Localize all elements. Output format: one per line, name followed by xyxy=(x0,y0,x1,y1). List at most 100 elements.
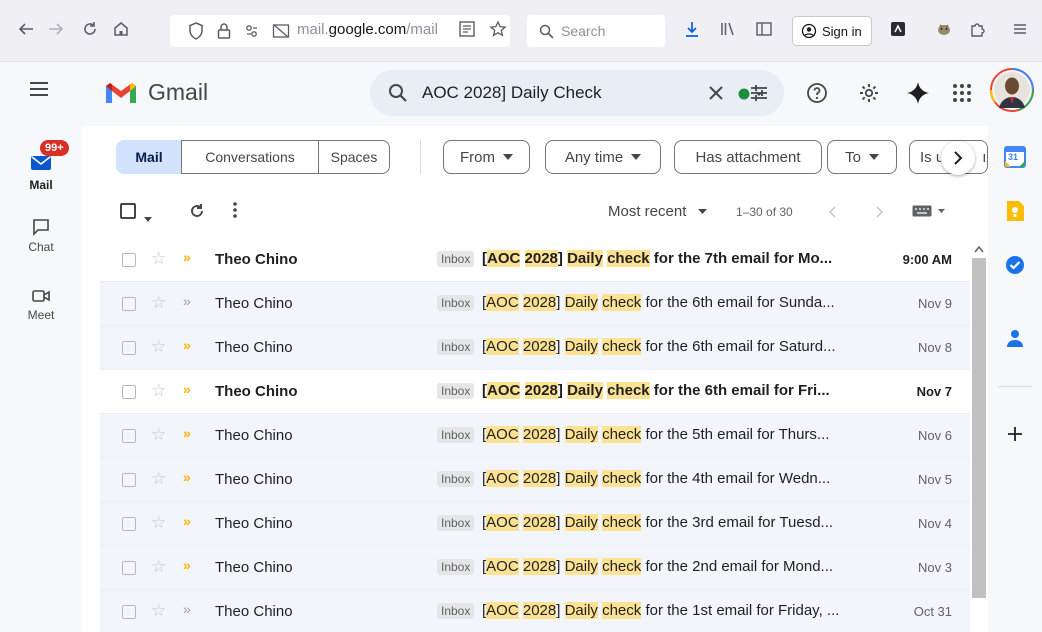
row-checkbox[interactable] xyxy=(122,429,136,443)
prev-page-icon[interactable] xyxy=(828,205,837,223)
tasks-icon[interactable] xyxy=(1004,254,1026,281)
importance-marker-icon[interactable]: » xyxy=(183,425,191,441)
importance-marker-icon[interactable]: » xyxy=(183,557,191,573)
email-row[interactable]: ☆ » Theo Chino Inbox [AOC 2028] Daily ch… xyxy=(100,458,988,502)
sidebar-icon[interactable] xyxy=(752,14,776,44)
menu-icon[interactable] xyxy=(1008,14,1032,44)
email-row[interactable]: ☆ » Theo Chino Inbox [AOC 2028] Daily ch… xyxy=(100,546,988,590)
select-dropdown-icon[interactable] xyxy=(144,209,152,227)
clear-search-icon[interactable] xyxy=(706,83,726,108)
reader-view-icon[interactable] xyxy=(456,14,478,44)
importance-marker-icon[interactable]: » xyxy=(183,513,191,529)
apps-grid-icon[interactable] xyxy=(952,83,972,108)
browser-search-bar[interactable]: Search xyxy=(527,15,665,47)
row-checkbox[interactable] xyxy=(122,385,136,399)
main-menu-icon[interactable] xyxy=(28,80,50,103)
rail-item-mail[interactable]: 99+ Mail xyxy=(0,140,82,192)
mail-search-field[interactable]: AOC 2028] Daily Check xyxy=(370,70,784,116)
bookmark-star-icon[interactable] xyxy=(486,14,510,44)
star-icon[interactable]: ☆ xyxy=(151,249,166,269)
input-tools-keyboard-icon[interactable] xyxy=(912,205,945,217)
next-page-icon[interactable] xyxy=(875,205,884,223)
email-row[interactable]: ☆ » Theo Chino Inbox [AOC 2028] Daily ch… xyxy=(100,502,988,546)
settings-gear-icon[interactable] xyxy=(858,82,880,109)
row-checkbox[interactable] xyxy=(122,561,136,575)
row-checkbox[interactable] xyxy=(122,473,136,487)
importance-marker-icon[interactable]: » xyxy=(183,293,191,309)
shield-icon[interactable] xyxy=(186,16,206,46)
scroll-up-arrow-icon[interactable] xyxy=(974,240,984,258)
help-icon[interactable] xyxy=(806,82,828,109)
sign-in-button[interactable]: Sign in xyxy=(792,16,872,46)
email-row[interactable]: ☆ » Theo Chino Inbox [AOC 2028] Daily ch… xyxy=(100,238,988,282)
row-checkbox[interactable] xyxy=(122,297,136,311)
refresh-icon[interactable] xyxy=(188,202,206,225)
segment-mail[interactable]: Mail xyxy=(116,140,182,174)
blocked-media-icon[interactable] xyxy=(270,16,292,46)
scroll-chips-right-button[interactable] xyxy=(941,141,975,175)
star-icon[interactable]: ☆ xyxy=(151,293,166,313)
chip-from[interactable]: From xyxy=(443,140,530,174)
email-row[interactable]: ☆ » Theo Chino Inbox [AOC 2028] Daily ch… xyxy=(100,326,988,370)
email-row[interactable]: ☆ » Theo Chino Inbox [AOC 2028] Daily ch… xyxy=(100,282,988,326)
subject-highlight-daily: Daily xyxy=(567,250,603,267)
email-row[interactable]: ☆ » Theo Chino Inbox [AOC 2028] Daily ch… xyxy=(100,370,988,414)
chip-any-time[interactable]: Any time xyxy=(545,140,661,174)
importance-marker-icon[interactable]: » xyxy=(183,249,191,265)
extension-animal-icon[interactable] xyxy=(932,14,956,44)
keep-icon[interactable] xyxy=(1004,200,1026,227)
star-icon[interactable]: ☆ xyxy=(151,469,166,489)
row-checkbox[interactable] xyxy=(122,605,136,619)
importance-marker-icon[interactable]: » xyxy=(183,337,191,353)
row-checkbox[interactable] xyxy=(122,341,136,355)
url-text[interactable]: mail.google.com/mail xyxy=(297,21,438,38)
row-checkbox[interactable] xyxy=(122,517,136,531)
sort-dropdown[interactable]: Most recent xyxy=(608,203,708,220)
email-row[interactable]: ☆ » Theo Chino Inbox [AOC 2028] Daily ch… xyxy=(100,414,988,458)
gemini-sparkle-icon[interactable] xyxy=(906,81,930,110)
back-arrow-icon[interactable] xyxy=(14,14,38,44)
forward-arrow-icon[interactable] xyxy=(44,14,68,44)
subject-rest: for the 6th email for Saturd... xyxy=(641,338,836,355)
add-icon[interactable] xyxy=(1007,426,1023,447)
star-icon[interactable]: ☆ xyxy=(151,601,166,621)
segment-spaces[interactable]: Spaces xyxy=(318,140,390,174)
app-name[interactable]: Gmail xyxy=(148,79,208,106)
lock-icon[interactable] xyxy=(214,16,234,46)
download-icon[interactable] xyxy=(680,14,704,44)
star-icon[interactable]: ☆ xyxy=(151,557,166,577)
rail-item-meet[interactable]: Meet xyxy=(0,287,82,322)
star-icon[interactable]: ☆ xyxy=(151,337,166,357)
gmail-logo-icon[interactable] xyxy=(104,80,138,111)
more-options-icon[interactable] xyxy=(233,202,237,223)
chip-has-attachment[interactable]: Has attachment xyxy=(674,140,822,174)
permissions-icon[interactable] xyxy=(244,16,266,46)
segment-conversations[interactable]: Conversations xyxy=(181,140,319,174)
subject-highlight-aoc: AOC xyxy=(486,470,519,487)
extension-icon[interactable] xyxy=(886,14,910,44)
star-icon[interactable]: ☆ xyxy=(151,513,166,533)
subject-highlight-year: 2028 xyxy=(524,382,558,399)
star-icon[interactable]: ☆ xyxy=(151,381,166,401)
status-indicator[interactable] xyxy=(736,85,768,108)
list-scrollbar-thumb[interactable] xyxy=(972,258,986,598)
avatar[interactable] xyxy=(990,68,1034,117)
search-query[interactable]: AOC 2028] Daily Check xyxy=(422,83,602,103)
star-icon[interactable]: ☆ xyxy=(151,425,166,445)
importance-marker-icon[interactable]: » xyxy=(183,469,191,485)
importance-marker-icon[interactable]: » xyxy=(183,381,191,397)
extensions-puzzle-icon[interactable] xyxy=(966,14,990,44)
row-checkbox[interactable] xyxy=(122,253,136,267)
library-icon[interactable] xyxy=(716,14,740,44)
calendar-icon[interactable]: 31 xyxy=(1004,146,1026,173)
subject-rest: for the 6th email for Sunda... xyxy=(641,294,835,311)
reload-icon[interactable] xyxy=(78,14,102,44)
importance-marker-icon[interactable]: » xyxy=(183,601,191,617)
search-icon[interactable] xyxy=(388,83,408,108)
select-all-checkbox[interactable] xyxy=(120,203,136,219)
rail-item-chat[interactable]: Chat xyxy=(0,217,82,254)
chip-to[interactable]: To xyxy=(827,140,897,174)
contacts-icon[interactable] xyxy=(1005,328,1025,353)
email-row[interactable]: ☆ » Theo Chino Inbox [AOC 2028] Daily ch… xyxy=(100,590,988,632)
home-icon[interactable] xyxy=(108,14,134,44)
